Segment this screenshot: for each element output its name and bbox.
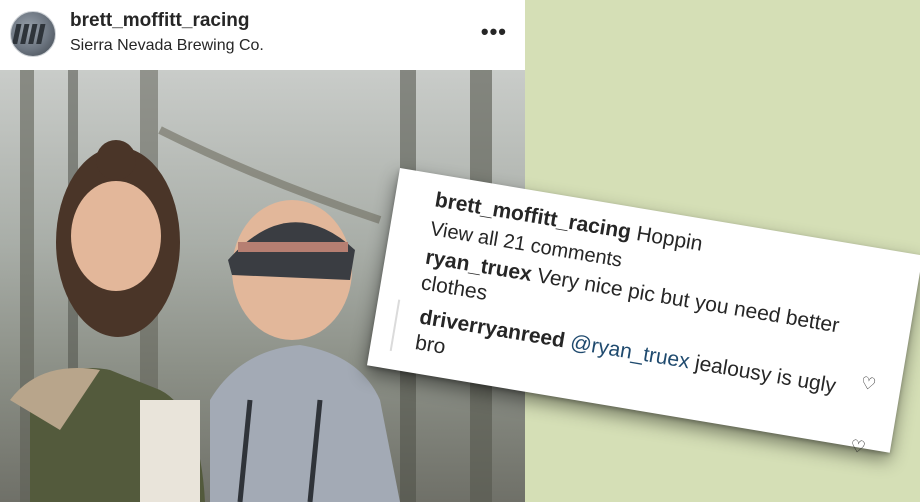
comment-text: Very nice pic but you need better (535, 264, 841, 338)
avatar[interactable] (10, 11, 56, 57)
mention-link[interactable]: @ryan_truex (569, 331, 692, 374)
comment-text: jealousy is ugly (693, 351, 838, 398)
comment-2-line2: bro (413, 331, 448, 359)
reply-thread-bar (389, 299, 401, 352)
post-header: brett_moffitt_racing Sierra Nevada Brewi… (0, 0, 525, 70)
post-location[interactable]: Sierra Nevada Brewing Co. (70, 37, 264, 55)
post-username[interactable]: brett_moffitt_racing (70, 10, 249, 32)
heart-icon[interactable]: ♡ (849, 436, 867, 458)
more-options-icon[interactable]: ••• (481, 21, 507, 43)
heart-icon[interactable]: ♡ (859, 373, 877, 395)
caption-text: Hoppin (634, 222, 705, 256)
